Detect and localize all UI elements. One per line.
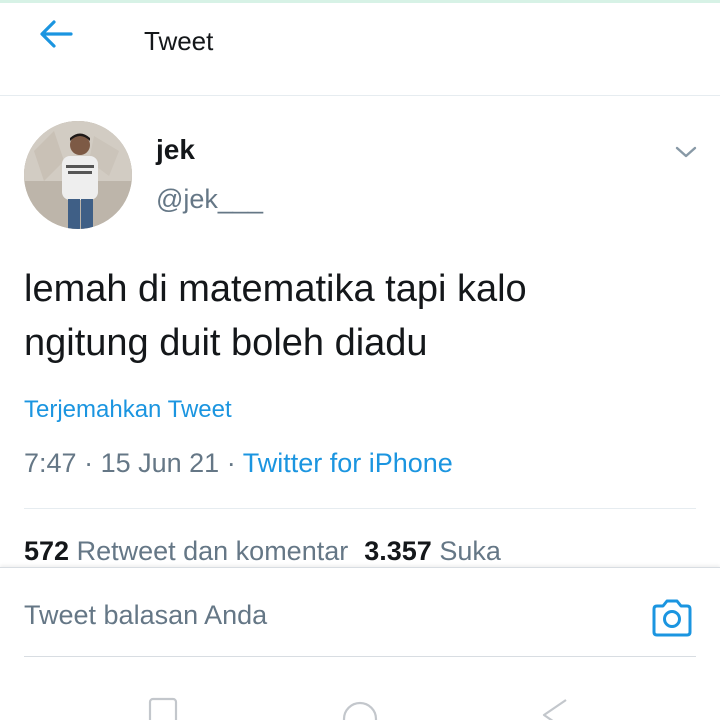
status-accent-strip (0, 0, 720, 3)
tweet-source-link[interactable]: Twitter for iPhone (243, 448, 453, 478)
retweets-count: 572 (24, 536, 70, 566)
translate-tweet-link[interactable]: Terjemahkan Tweet (24, 396, 232, 424)
likes-label: Suka (439, 536, 501, 566)
reply-input[interactable]: Tweet balasan Anda (24, 600, 267, 631)
meta-separator: · (84, 448, 94, 478)
tweet-time: 7:47 (24, 448, 77, 478)
home-icon[interactable] (340, 697, 380, 720)
tweet-text-line: lemah di matematika tapi kalo (24, 268, 527, 310)
meta-separator: · (226, 448, 236, 478)
divider (24, 508, 696, 509)
chevron-down-icon (675, 146, 697, 158)
retweets-stat[interactable]: 572 Retweet dan komentar (24, 536, 348, 566)
back-button[interactable] (30, 12, 82, 56)
page-title: Tweet (144, 26, 214, 56)
camera-button[interactable] (650, 598, 694, 638)
avatar[interactable] (24, 121, 132, 229)
likes-count: 3.357 (364, 536, 432, 566)
tweet-date: 15 Jun 21 (100, 448, 220, 478)
tweet-stats: 572 Retweet dan komentar 3.357 Suka (24, 536, 501, 567)
user-handle[interactable]: @jek___ (156, 184, 263, 215)
tweet-metadata: 7:47 · 15 Jun 21 · Twitter for iPhone (24, 448, 453, 479)
profile-photo (24, 121, 132, 229)
camera-icon (652, 599, 692, 637)
back-triangle-icon[interactable] (538, 697, 572, 720)
tweet-text-line: ngitung duit boleh diadu (24, 322, 428, 364)
system-nav-bar (0, 657, 720, 720)
tweet-options-button[interactable] (670, 136, 702, 168)
display-name[interactable]: jek (156, 134, 195, 166)
retweets-label: Retweet dan komentar (76, 536, 349, 566)
arrow-left-icon (40, 20, 73, 48)
tweet-text: lemah di matematika tapi kalo ngitung du… (24, 262, 684, 370)
reply-composer: Tweet balasan Anda (0, 567, 720, 657)
likes-stat[interactable]: 3.357 Suka (364, 536, 501, 566)
recent-apps-icon[interactable] (146, 697, 180, 720)
top-app-bar: Tweet (0, 0, 720, 96)
